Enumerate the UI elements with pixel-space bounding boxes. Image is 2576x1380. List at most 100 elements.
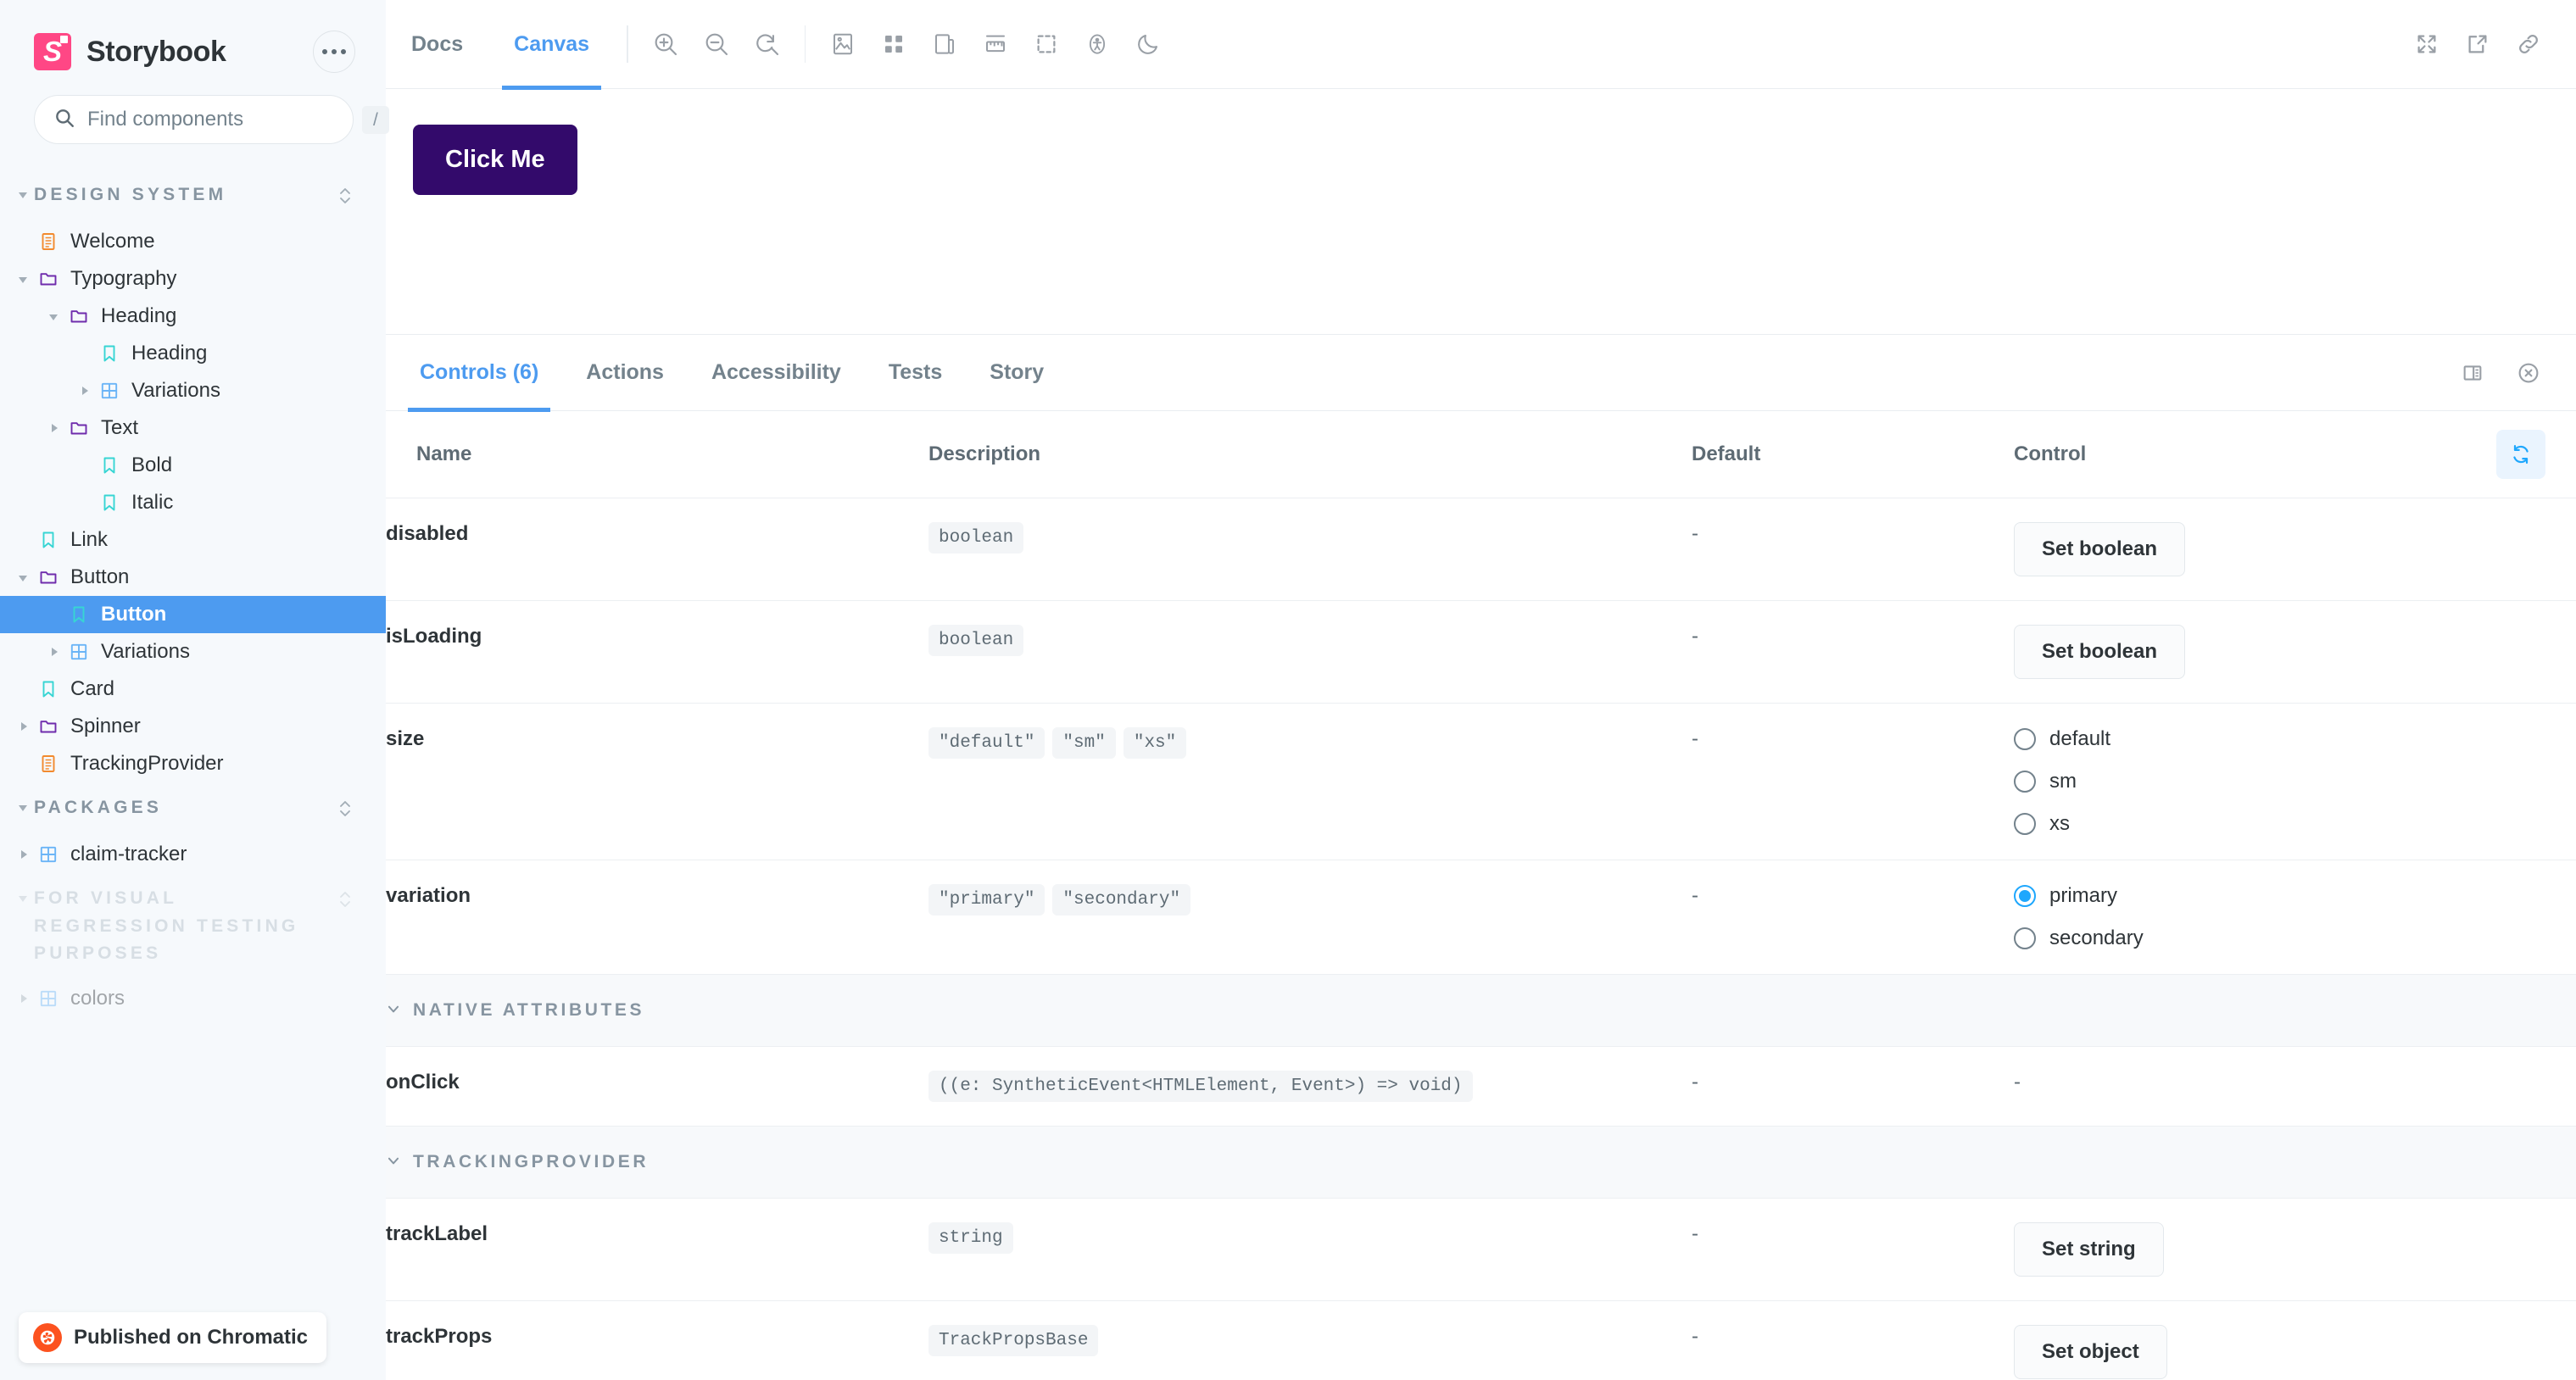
sidebar-item-label: Welcome — [70, 230, 155, 253]
chevron-down-icon[interactable] — [12, 570, 34, 584]
grid-icon[interactable] — [868, 19, 919, 70]
fullscreen-icon[interactable] — [2401, 19, 2452, 70]
measure-icon[interactable] — [970, 19, 1021, 70]
sidebar-item-button[interactable]: Button — [0, 559, 386, 596]
chevron-down-icon[interactable] — [42, 309, 64, 323]
zoom-reset-icon[interactable] — [742, 19, 793, 70]
toolbar-separator — [804, 25, 806, 63]
open-new-tab-icon[interactable] — [2452, 19, 2503, 70]
accessibility-icon[interactable] — [1072, 19, 1123, 70]
chevron-down-icon[interactable] — [12, 272, 34, 286]
chevron-right-icon[interactable] — [73, 384, 95, 398]
story-click-me-button[interactable]: Click Me — [413, 125, 577, 195]
radio-button[interactable] — [2014, 813, 2036, 835]
sidebar-item-welcome[interactable]: Welcome — [0, 223, 386, 260]
sidebar-section-design-system[interactable]: Design System — [0, 170, 386, 223]
panel-tab-tests[interactable]: Tests — [865, 335, 966, 410]
arg-control-cell: default sm xs — [2014, 703, 2576, 860]
chevron-right-icon[interactable] — [12, 992, 34, 1005]
chevron-down-icon[interactable] — [12, 181, 34, 205]
chevron-right-icon[interactable] — [12, 720, 34, 733]
preview-toolbar: Docs Canvas — [386, 0, 2576, 90]
chevron-down-icon[interactable] — [12, 794, 34, 818]
preview-right-tools — [2401, 19, 2554, 70]
radio-option-xs[interactable]: xs — [2014, 812, 2576, 836]
expand-collapse-all-icon[interactable] — [337, 794, 354, 824]
control-set-string-button[interactable]: Set string — [2014, 1222, 2164, 1277]
sidebar-item-colors[interactable]: colors — [0, 980, 386, 1017]
brand[interactable]: S Storybook — [34, 33, 226, 70]
radio-option-default[interactable]: default — [2014, 727, 2576, 751]
sidebar-item-label: colors — [70, 986, 125, 1010]
viewport-icon[interactable] — [919, 19, 970, 70]
controls-section-toggle[interactable]: NATIVE ATTRIBUTES — [386, 999, 2576, 1022]
tab-docs[interactable]: Docs — [386, 0, 488, 88]
sidebar-item-card[interactable]: Card — [0, 671, 386, 708]
sidebar-section-packages[interactable]: Packages — [0, 782, 386, 836]
panel-tab-actions[interactable]: Actions — [562, 335, 688, 410]
control-set-boolean-button[interactable]: Set boolean — [2014, 522, 2186, 576]
sidebar-item-button[interactable]: Button — [0, 596, 386, 633]
controls-section-toggle[interactable]: TRACKINGPROVIDER — [386, 1150, 2576, 1174]
sidebar-item-bold[interactable]: Bold — [0, 447, 386, 484]
search-area: / — [0, 73, 389, 144]
sidebar-item-spinner[interactable]: Spinner — [0, 708, 386, 745]
outline-icon[interactable] — [1021, 19, 1072, 70]
sidebar-item-text[interactable]: Text — [0, 409, 386, 447]
sidebar-item-variations[interactable]: Variations — [0, 633, 386, 671]
expand-collapse-all-icon[interactable] — [337, 885, 354, 915]
reset-controls-icon[interactable] — [2496, 430, 2545, 479]
radio-button[interactable] — [2014, 885, 2036, 907]
sidebar-item-trackingprovider[interactable]: TrackingProvider — [0, 745, 386, 782]
tab-canvas[interactable]: Canvas — [488, 0, 615, 90]
panel-tab-story[interactable]: Story — [966, 335, 1068, 410]
zoom-out-icon[interactable] — [691, 19, 742, 70]
arg-name-cell: size — [386, 703, 928, 860]
folder-icon — [34, 716, 63, 737]
controls-table: Name Description Default Control disable… — [386, 411, 2576, 1380]
sidebar-item-heading[interactable]: Heading — [0, 298, 386, 335]
sidebar-item-label: Text — [101, 416, 139, 439]
panel-tab-controls-6-[interactable]: Controls (6) — [396, 335, 562, 412]
sidebar-item-heading[interactable]: Heading — [0, 335, 386, 372]
sidebar-menu-button[interactable] — [313, 31, 355, 73]
copy-link-icon[interactable] — [2503, 19, 2554, 70]
chevron-right-icon[interactable] — [42, 421, 64, 435]
close-panel-icon[interactable] — [2503, 348, 2554, 398]
control-set-boolean-button[interactable]: Set boolean — [2014, 625, 2186, 679]
sidebar-item-claim-tracker[interactable]: claim-tracker — [0, 836, 386, 873]
controls-section-row[interactable]: TRACKINGPROVIDER — [386, 1126, 2576, 1199]
table-row: size "default" "sm" "xs" - default sm xs — [386, 703, 2576, 860]
table-row: variation "primary" "secondary" - primary sec… — [386, 860, 2576, 975]
dark-mode-icon[interactable] — [1123, 19, 1174, 70]
radio-button[interactable] — [2014, 728, 2036, 750]
panel-position-icon[interactable] — [2447, 348, 2498, 398]
chevron-right-icon[interactable] — [12, 848, 34, 861]
chevron-down-icon[interactable] — [12, 885, 34, 909]
panel-tab-accessibility[interactable]: Accessibility — [688, 335, 865, 410]
radio-option-primary[interactable]: primary — [2014, 884, 2576, 908]
control-empty-value: - — [2014, 1071, 2021, 1093]
search-input[interactable] — [87, 108, 350, 131]
sidebar-item-variations[interactable]: Variations — [0, 372, 386, 409]
sidebar-item-italic[interactable]: Italic — [0, 484, 386, 521]
published-on-chromatic-badge[interactable]: Published on Chromatic — [19, 1312, 327, 1363]
radio-option-secondary[interactable]: secondary — [2014, 926, 2576, 950]
sidebar-item-link[interactable]: Link — [0, 521, 386, 559]
sidebar-header: S Storybook — [0, 0, 386, 73]
radio-option-sm[interactable]: sm — [2014, 770, 2576, 793]
control-set-object-button[interactable]: Set object — [2014, 1325, 2167, 1379]
radio-button[interactable] — [2014, 927, 2036, 949]
radio-label: primary — [2049, 884, 2118, 907]
backgrounds-icon[interactable] — [817, 19, 868, 70]
search-box[interactable]: / — [34, 95, 389, 144]
zoom-in-icon[interactable] — [640, 19, 691, 70]
sidebar-section-for-visual-regression-testing-purposes[interactable]: For Visual Regression Testing Purposes — [0, 873, 386, 980]
expand-collapse-all-icon[interactable] — [337, 181, 354, 211]
radio-button[interactable] — [2014, 771, 2036, 793]
logo-letter: S — [42, 36, 62, 67]
sidebar-item-typography[interactable]: Typography — [0, 260, 386, 298]
controls-section-row[interactable]: NATIVE ATTRIBUTES — [386, 974, 2576, 1047]
sidebar-item-label: Bold — [131, 454, 173, 476]
chevron-right-icon[interactable] — [42, 645, 64, 659]
